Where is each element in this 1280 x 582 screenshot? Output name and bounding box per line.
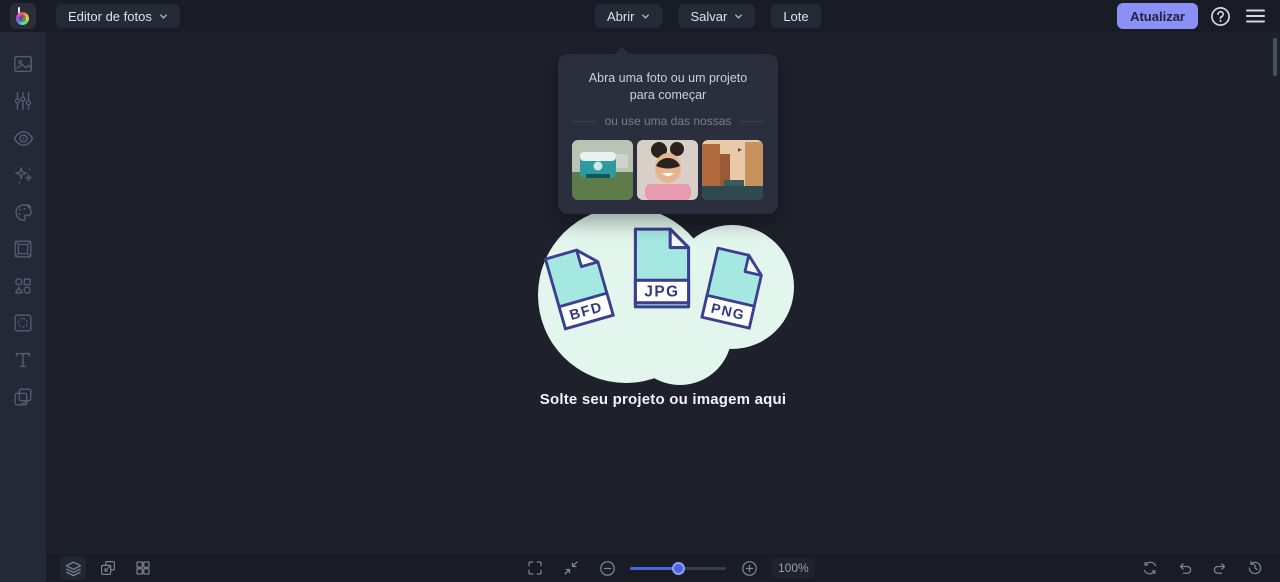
sidebar-item-frames[interactable]	[10, 237, 36, 261]
resize-canvas-button[interactable]	[95, 556, 121, 580]
chevron-down-icon	[159, 13, 167, 19]
layers-icon	[65, 561, 81, 576]
sidebar-item-photo-manager[interactable]	[10, 52, 36, 76]
sidebar-item-overlays[interactable]	[10, 385, 36, 409]
topbar-right-group: Atualizar	[1117, 3, 1268, 29]
reset-button[interactable]	[1137, 556, 1163, 580]
popover-title: Abra uma foto ou um projeto para começar	[588, 71, 748, 102]
zoom-out-button[interactable]	[594, 556, 620, 580]
sidebar-item-effects[interactable]	[10, 163, 36, 187]
sample-image-canal[interactable]	[702, 140, 763, 200]
resize-canvas-icon	[101, 561, 115, 575]
top-bar: Editor de fotos Abrir Salvar Lote Atuali…	[0, 0, 1280, 32]
drop-illustration: BFD JPG PNG	[530, 203, 795, 388]
file-card-jpg: JPG	[628, 223, 696, 318]
reset-icon	[1143, 561, 1157, 575]
divider	[572, 120, 597, 122]
zoom-controls: 100%	[522, 556, 815, 580]
editor-mode-label: Editor de fotos	[68, 8, 152, 24]
jpg-file-icon: JPG	[633, 227, 691, 309]
templates-grid-button[interactable]	[130, 556, 156, 580]
batch-button[interactable]: Lote	[771, 4, 821, 28]
undo-button[interactable]	[1172, 556, 1198, 580]
open-hint-popover: Abra uma foto ou um projeto para começar…	[558, 47, 778, 214]
grid-icon	[136, 561, 150, 575]
logo-color-wheel	[16, 12, 29, 25]
bottombar-left-group	[60, 556, 156, 580]
open-label: Abrir	[607, 8, 635, 24]
vertical-scrollbar[interactable]	[1273, 38, 1277, 76]
sidebar-item-edit[interactable]	[10, 89, 36, 113]
text-icon	[15, 352, 31, 368]
fit-screen-button[interactable]	[558, 556, 584, 580]
drop-instruction-label: Solte seu projeto ou imagem aqui	[539, 391, 787, 408]
sample-image-portrait[interactable]	[637, 140, 698, 200]
sidebar-item-graphics[interactable]	[10, 274, 36, 298]
smiling-woman-photo	[637, 140, 698, 200]
photo-image-icon	[14, 55, 32, 73]
venice-canal-photo	[702, 140, 763, 200]
teal-van-photo	[572, 140, 633, 200]
zoom-slider	[630, 561, 726, 575]
history-controls	[1137, 556, 1268, 580]
file-actions-group: Abrir Salvar Lote	[595, 4, 821, 28]
zoom-slider-knob[interactable]	[672, 561, 685, 575]
help-button[interactable]	[1207, 3, 1233, 29]
zoom-percentage[interactable]: 100%	[772, 558, 815, 578]
chevron-down-icon	[642, 13, 650, 19]
hamburger-icon	[1245, 9, 1265, 23]
history-button[interactable]	[1242, 556, 1268, 580]
file-label-jpg: JPG	[644, 284, 679, 301]
upgrade-button[interactable]: Atualizar	[1117, 3, 1198, 29]
undo-icon	[1179, 563, 1192, 574]
edit-sliders-icon	[14, 92, 32, 110]
save-label: Salvar	[690, 8, 728, 24]
expand-icon	[528, 561, 542, 575]
popover-subtitle: ou use uma das nossas	[604, 114, 732, 128]
expand-button[interactable]	[522, 556, 548, 580]
graphics-shapes-icon	[14, 278, 31, 294]
zoom-out-icon	[599, 560, 615, 576]
layers-button[interactable]	[60, 556, 86, 580]
open-button[interactable]: Abrir	[595, 4, 663, 28]
redo-icon	[1213, 563, 1226, 574]
editor-mode-menu[interactable]: Editor de fotos	[56, 4, 180, 28]
effects-sparkles-icon	[15, 167, 32, 184]
divider	[739, 120, 764, 122]
sample-images-row	[572, 140, 764, 200]
canvas-area[interactable]: Abra uma foto ou um projeto para começar…	[46, 32, 1280, 554]
artsy-palette-icon	[14, 203, 32, 221]
zoom-slider-fill	[630, 566, 678, 570]
overlays-icon	[14, 388, 32, 406]
tools-sidebar	[0, 32, 46, 582]
fit-screen-icon	[564, 561, 578, 575]
sidebar-item-text[interactable]	[10, 348, 36, 372]
touchup-eye-icon	[13, 130, 33, 146]
bottom-bar: 100%	[46, 554, 1280, 582]
textures-icon	[14, 314, 32, 332]
befunky-logo[interactable]	[10, 3, 36, 29]
save-button[interactable]: Salvar	[678, 4, 756, 28]
history-icon	[1248, 560, 1262, 575]
redo-button[interactable]	[1207, 556, 1233, 580]
sample-image-van[interactable]	[572, 140, 633, 200]
sidebar-item-textures[interactable]	[10, 311, 36, 335]
zoom-in-button[interactable]	[736, 556, 762, 580]
popover-subtitle-row: ou use uma das nossas	[572, 114, 764, 128]
zoom-in-icon	[741, 560, 757, 576]
chevron-down-icon	[735, 13, 743, 19]
sidebar-item-touchup[interactable]	[10, 126, 36, 150]
frames-icon	[14, 240, 32, 258]
popover-notch	[614, 47, 630, 55]
sidebar-item-artsy[interactable]	[10, 200, 36, 224]
main-menu-button[interactable]	[1242, 3, 1268, 29]
question-mark-icon	[1210, 6, 1230, 26]
zoom-slider-track[interactable]	[630, 561, 726, 575]
batch-label: Lote	[783, 8, 809, 24]
